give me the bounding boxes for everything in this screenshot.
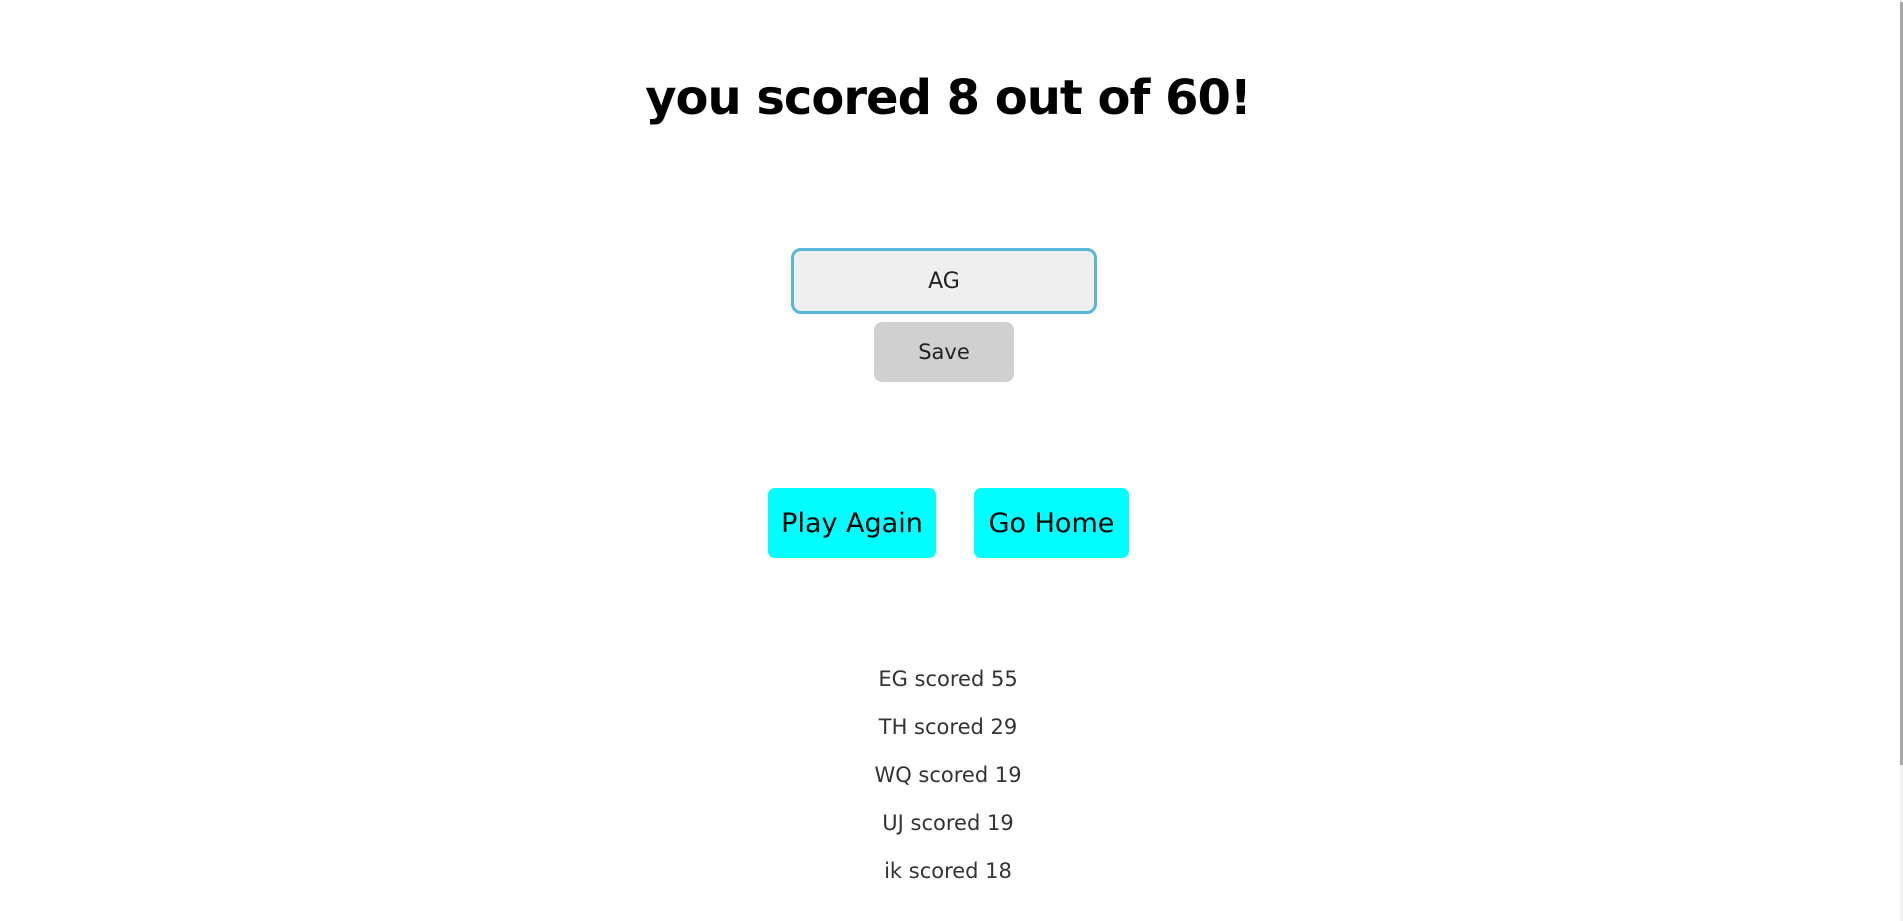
leaderboard-item: UJ scored 19 — [882, 811, 1014, 835]
leaderboard-item: WQ scored 19 — [874, 763, 1022, 787]
score-title: you scored 8 out of 60! — [645, 70, 1252, 126]
name-input[interactable] — [791, 248, 1097, 314]
leaderboard-item: EG scored 55 — [878, 667, 1018, 691]
leaderboard-item: TH scored 29 — [878, 715, 1018, 739]
play-again-button[interactable]: Play Again — [768, 488, 936, 558]
save-button[interactable]: Save — [874, 322, 1014, 382]
leaderboard-item: ik scored 18 — [884, 859, 1012, 883]
go-home-button[interactable]: Go Home — [974, 488, 1129, 558]
